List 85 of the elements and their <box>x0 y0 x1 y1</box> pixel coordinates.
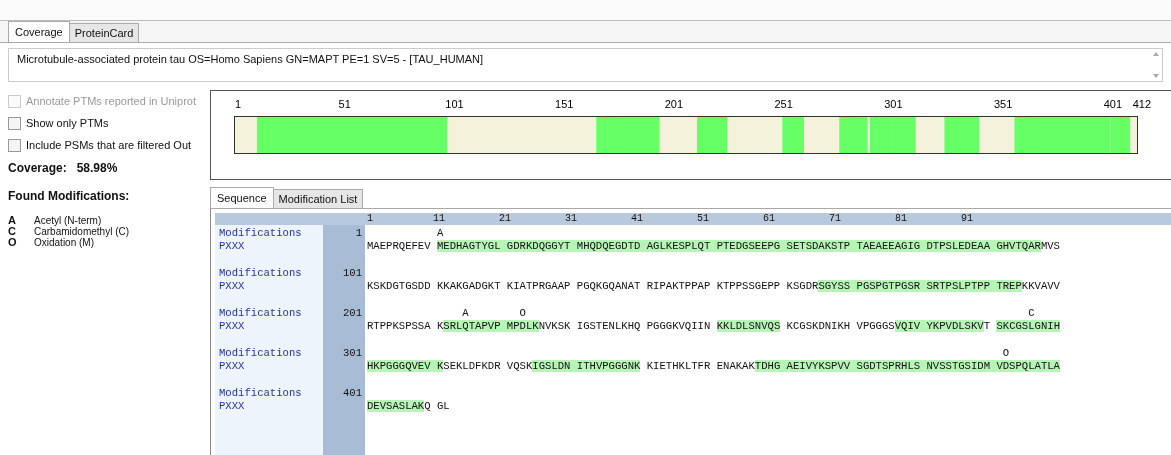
modification-marker: O <box>1001 347 1010 359</box>
axis-tick-label: 101 <box>445 98 464 110</box>
track-label: Modifications <box>219 267 303 280</box>
checkbox-label: Include PSMs that are filtered Out <box>26 139 192 151</box>
axis-tick-label: 401 <box>1103 98 1123 110</box>
sequence-text: MAEPRQEFEV <box>367 240 432 252</box>
sequence-text: SKCGSLGNIH <box>996 320 1060 332</box>
sequence-text: RTPPKSPSSA K <box>367 320 444 332</box>
modification-code: C <box>8 226 16 237</box>
ruler-label: 61 <box>763 213 776 225</box>
row-start-number: 101 <box>342 267 362 279</box>
coverage-label: Coverage: <box>8 161 67 175</box>
track-label: Modifications <box>219 347 303 360</box>
track-label: Modifications <box>219 387 303 400</box>
checkbox[interactable] <box>8 116 21 130</box>
modification-marker: A <box>461 307 469 319</box>
modification-marker: C <box>1027 307 1035 319</box>
checkbox-label: Annotate PTMs reported in Uniprot <box>26 95 196 107</box>
track-label: Modifications <box>219 227 303 240</box>
ruler-label: 71 <box>829 213 842 225</box>
axis-tick-label: 1 <box>235 98 242 110</box>
axis-tick-label: 51 <box>338 98 351 110</box>
track-label: PXXX <box>219 360 246 373</box>
sequence-text: T <box>983 320 992 332</box>
sequence-text: KIETHKLTFR ENAKAK <box>645 360 755 372</box>
track-label: PXXX <box>219 280 246 293</box>
sequence-text: KKLDLSNVQS <box>716 320 781 332</box>
tab[interactable]: Modification List <box>272 189 364 208</box>
sequence-text: NVKSK IGSTENLKHQ PGGGKVQIIN <box>538 320 712 332</box>
scroll-down-icon[interactable] <box>1153 74 1159 78</box>
axis-tick-label: 201 <box>664 98 684 110</box>
sequence-text: SRLQTAPVP MPDLK <box>443 320 539 332</box>
sequence-text: MEDHAGTYGL GDRKDQGGYT MHQDQEGDTD AGLKESPLQT PTEDGSEEPG SETSDAKSTP TAEAEEAGIG DTPSLEDEAA GHVTQAR <box>436 240 1041 252</box>
ruler-label: 91 <box>961 213 974 225</box>
found-modifications-title: Found Modifications: <box>8 189 131 203</box>
sequence-text: KCGSKDNIKH VPGGGS <box>785 320 895 332</box>
track-label: PXXX <box>219 400 246 413</box>
sequence-text: SEKLDFKDR VQSK <box>443 360 533 372</box>
track-label: Modifications <box>219 307 303 320</box>
track-label: PXXX <box>219 240 246 253</box>
tab[interactable]: Coverage <box>8 21 70 42</box>
coverage-value: 58.98% <box>76 161 118 175</box>
axis-tick-label: 251 <box>774 98 793 110</box>
tab[interactable]: Sequence <box>210 187 274 208</box>
tab[interactable]: ProteinCard <box>68 23 140 42</box>
ruler-label: 41 <box>631 213 644 225</box>
axis-tick-label: 412 <box>1132 98 1151 110</box>
modification-name: Acetyl (N-term) <box>34 215 102 226</box>
sequence-text: HKPGGGQVEV K <box>367 360 444 372</box>
sequence-text: KKVAVV <box>1021 280 1060 292</box>
scroll-up-icon[interactable] <box>1153 52 1159 56</box>
sequence-text: MVS <box>1040 240 1060 252</box>
ruler-label: 1 <box>367 213 374 225</box>
checkbox-label: Show only PTMs <box>26 117 109 129</box>
sequence-text: SGYSS PGSPGTPGSR SRTPSLPTPP TREP <box>818 280 1022 292</box>
row-start-number: 1 <box>355 227 362 239</box>
protein-description: Microtubule-associated protein tau OS=Homo Sapiens GN=MAPT PE=1 SV=5 - [TAU_HUMAN] <box>17 53 484 65</box>
ruler-label: 31 <box>565 213 578 225</box>
sequence-text: TDHG AEIVYKSPVV SGDTSPRHLS NVSSTGSIDM VDSPQLATLA <box>754 360 1060 372</box>
ruler-label: 21 <box>499 213 512 225</box>
modification-name: Oxidation (M) <box>34 237 94 248</box>
row-start-number: 301 <box>342 347 362 359</box>
row-start-number: 201 <box>342 307 362 319</box>
ruler-label: 51 <box>697 213 710 225</box>
track-label: PXXX <box>219 320 246 333</box>
coverage-segment <box>891 117 916 153</box>
modification-code: O <box>8 237 16 248</box>
axis-tick-label: 301 <box>884 98 903 110</box>
sequence-text: Q GL <box>424 400 450 412</box>
ruler-label: 11 <box>433 213 446 225</box>
modification-code: A <box>8 215 16 226</box>
sequence-text: VQIV YKPVDLSKV <box>894 320 984 332</box>
ruler-label: 81 <box>895 213 908 225</box>
modification-marker: O <box>518 307 526 319</box>
sequence-text: KSKDGTGSDD KKAKGADGKT KIATPRGAAP PGQKGQANAT RIPAKTPPAP KTPPSSGEPP KSGDR <box>367 280 819 292</box>
axis-tick-label: 151 <box>555 98 574 110</box>
sequence-text: DEVSASLAK <box>367 400 425 412</box>
checkbox[interactable] <box>8 138 21 152</box>
coverage-segment <box>944 117 980 153</box>
modification-name: Carbamidomethyl (C) <box>34 226 130 237</box>
axis-tick-label: 351 <box>993 98 1013 110</box>
row-start-number: 401 <box>342 387 362 399</box>
sequence-text: IGSLDN ITHVPGGGNK <box>532 360 641 372</box>
coverage-segment <box>915 117 945 153</box>
modification-marker: A <box>435 227 444 239</box>
